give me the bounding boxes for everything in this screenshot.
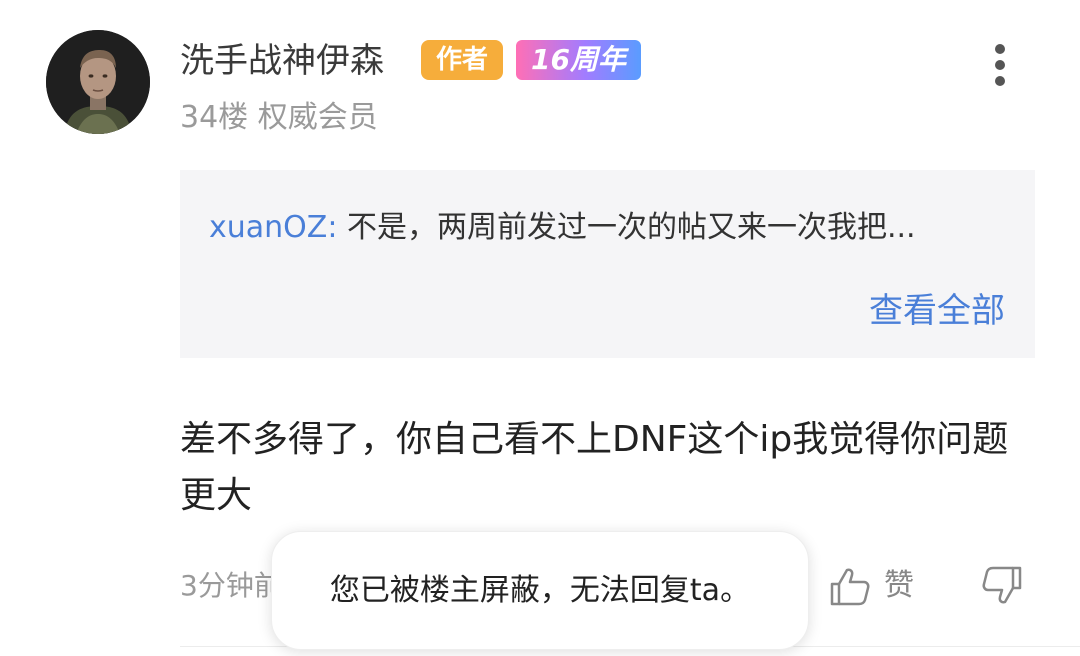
- quote-author[interactable]: xuanOZ:: [209, 210, 337, 245]
- like-label[interactable]: 赞: [884, 566, 914, 606]
- username[interactable]: 洗手战神伊森: [180, 38, 384, 84]
- avatar-image: [46, 30, 150, 134]
- quote-line: xuanOZ: 不是，两周前发过一次的帖又来一次我把...: [209, 208, 916, 248]
- toast-message: 您已被楼主屏蔽，无法回复ta。: [329, 573, 751, 608]
- thumbs-up-icon[interactable]: [828, 564, 872, 608]
- more-vertical-icon: [995, 76, 1005, 86]
- post-meta: 34楼 权威会员: [180, 98, 378, 138]
- toast-notification: 您已被楼主屏蔽，无法回复ta。: [271, 531, 809, 650]
- member-level: 权威会员: [257, 100, 378, 135]
- more-vertical-icon: [995, 44, 1005, 54]
- quote-text: 不是，两周前发过一次的帖又来一次我把...: [346, 210, 916, 245]
- post-content: 差不多得了，你自己看不上DNF这个ip我觉得你问题更大: [180, 419, 1009, 516]
- anniversary-badge: 16周年: [516, 40, 641, 80]
- avatar[interactable]: [46, 30, 150, 134]
- view-all-link[interactable]: 查看全部: [869, 288, 1005, 334]
- more-options-button[interactable]: [985, 40, 1015, 90]
- quoted-reply[interactable]: xuanOZ: 不是，两周前发过一次的帖又来一次我把... 查看全部: [180, 170, 1035, 358]
- post-time: 3分钟前: [180, 569, 282, 602]
- more-vertical-icon: [995, 60, 1005, 70]
- thumbs-down-icon[interactable]: [975, 564, 1023, 608]
- floor-number: 34楼: [180, 100, 249, 135]
- author-badge: 作者: [421, 40, 503, 80]
